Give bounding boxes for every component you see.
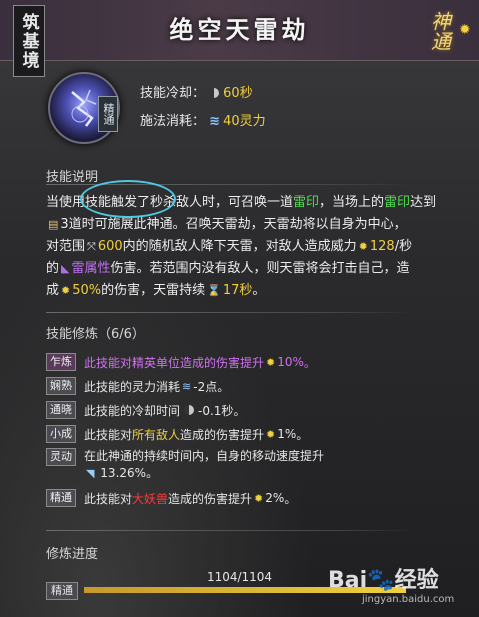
training-keyword: 大妖兽 [132, 491, 169, 506]
training-row: 灵动 在此神通的持续时间内，自身的移动速度提升 ◥ 13.26%。 [46, 446, 456, 486]
desc-text: 伤害。若范围内没有敌人，则天雷将会打击自己，造 [110, 261, 410, 276]
desc-line-4: 的 ◣ 雷属性伤害。若范围内没有敌人，则天雷将会打击自己，造 [46, 258, 456, 280]
power-value: 128 [369, 239, 395, 254]
percent-value: 50% [72, 283, 102, 298]
element-icon: ◣ [61, 262, 70, 275]
desc-line-5: 成 ✹ 50%的伤害，天雷持续 ⌛ 17秒。 [46, 280, 456, 302]
training-title: 技能修炼（6/6） [46, 327, 145, 342]
desc-text: 的 [46, 261, 60, 276]
keyword-thunder-seal: 雷印 [384, 195, 411, 210]
training-tail: 。 [217, 379, 230, 394]
duration-value: 17秒 [222, 283, 253, 298]
progress-tag: 精通 [46, 582, 78, 600]
training-tail: 。 [284, 491, 297, 506]
skill-detail-panel: 筑基境 绝空天雷劫 神通 ✹ 精通 技能冷却： 60秒 施法消耗： ≋ 40灵力 … [0, 0, 479, 617]
desc-text: 3道时可施展此神通。召唤天雷劫，天雷劫将以自身为中心， [60, 217, 407, 232]
scroll-icon: ▤ [48, 218, 59, 231]
training-text: 在此神通的持续时间内，自身的移动速度提升 [84, 449, 325, 463]
power-icon: ✹ [266, 355, 276, 369]
training-text: 此技能对 [84, 491, 133, 506]
desc-text: 成 [46, 283, 60, 298]
power-icon: ✹ [358, 240, 368, 253]
training-tag: 精通 [46, 489, 76, 507]
watermark-brand: Bai [328, 568, 368, 593]
training-row: 乍炼 此技能对精英单位造成的伤害提升 ✹ 10% 。 [46, 350, 456, 374]
training-row: 娴熟 此技能的灵力消耗 ≋ -2点 。 [46, 374, 456, 398]
training-row: 通晓 此技能的冷却时间 -0.1秒 。 [46, 398, 456, 422]
training-row: 精通 此技能对 大妖兽 造成的伤害提升 ✹ 2% 。 [46, 486, 456, 510]
mana-icon: ≋ [209, 114, 221, 129]
desc-text: 对范围 [46, 239, 86, 254]
training-text: 造成的伤害提升 [168, 491, 253, 506]
cost-value: 40灵力 [223, 114, 266, 129]
training-text: 此技能对 [84, 427, 133, 442]
desc-text: /秒 [394, 239, 413, 254]
training-keyword: 所有敌人 [132, 427, 181, 442]
cooldown-icon [184, 405, 195, 415]
training-tag: 乍炼 [46, 353, 76, 371]
divider [46, 530, 414, 531]
watermark-brand-2: 经验 [394, 568, 439, 593]
speed-icon: ◥ [86, 467, 95, 480]
annotation-circle [80, 180, 176, 218]
power-icon: ✹ [61, 284, 71, 297]
training-value: 2% [265, 491, 285, 505]
desc-text: ，当场上的 [319, 195, 385, 210]
sun-icon: ✹ [459, 22, 471, 38]
progress-title: 修炼进度 [46, 547, 99, 562]
training-tag: 灵动 [46, 448, 76, 466]
training-value: 10% [277, 355, 304, 369]
watermark: Bai🐾经验 jingyan.baidu.com [328, 562, 454, 605]
training-value: -0.1秒 [198, 403, 234, 418]
keyword-thunder-seal: 雷印 [293, 195, 320, 210]
training-value: -2点 [193, 379, 218, 394]
category-label: 神通 [427, 11, 452, 51]
desc-line-3: 对范围 ⤧ 600内的随机敌人降下天雷，对敌人造成威力 ✹ 128/秒 [46, 236, 456, 258]
desc-text: 内的随机敌人降下天雷，对敌人造成威力 [122, 239, 357, 254]
keyword-thunder-element: 雷属性 [71, 261, 111, 276]
training-text: 此技能的冷却时间 [84, 403, 181, 418]
training-tag: 小成 [46, 425, 76, 443]
training-tail: 。 [146, 466, 159, 480]
training-tag: 通晓 [46, 401, 76, 419]
divider [46, 312, 414, 313]
training-tail: 。 [296, 427, 309, 442]
desc-text: 达到 [410, 195, 437, 210]
cooldown-icon [209, 88, 220, 98]
training-text: 此技能的灵力消耗 [84, 379, 181, 394]
training-value: 13.26% [100, 466, 147, 480]
skill-title: 绝空天雷劫 [169, 15, 310, 44]
cooldown-value: 60秒 [223, 86, 253, 101]
training-row: 小成 此技能对 所有敌人 造成的伤害提升 ✹ 1% 。 [46, 422, 456, 446]
description-title: 技能说明 [46, 170, 99, 185]
training-list: 乍炼 此技能对精英单位造成的伤害提升 ✹ 10% 。 娴熟 此技能的灵力消耗 ≋… [46, 350, 456, 510]
training-value: 1% [277, 427, 297, 441]
hourglass-icon: ⌛ [207, 284, 221, 297]
range-value: 600 [97, 239, 123, 254]
watermark-url: jingyan.baidu.com [362, 594, 455, 605]
training-tag: 娴熟 [46, 377, 76, 395]
cooldown-row: 技能冷却： 60秒 [140, 82, 253, 101]
watermark-paw-icon: 🐾 [367, 568, 395, 593]
training-tail: 。 [303, 355, 316, 370]
training-text: 此技能对精英单位造成的伤害提升 [84, 355, 265, 370]
mana-icon: ≋ [182, 379, 192, 393]
training-tail: 。 [233, 403, 246, 418]
cost-row: 施法消耗： ≋ 40灵力 [140, 110, 266, 129]
desc-text: 。 [252, 283, 266, 298]
training-text-block: 在此神通的持续时间内，自身的移动速度提升 ◥ 13.26%。 [84, 448, 324, 482]
range-icon: ⤧ [87, 240, 96, 253]
desc-text: 的伤害，天雷持续 [101, 283, 206, 298]
cost-label: 施法消耗： [140, 114, 206, 129]
desc-line-2: ▤ 3道时可施展此神通。召唤天雷劫，天雷劫将以自身为中心， [46, 214, 456, 236]
power-icon: ✹ [266, 427, 276, 441]
power-icon: ✹ [254, 491, 264, 505]
cooldown-label: 技能冷却： [140, 86, 206, 101]
training-text: 造成的伤害提升 [180, 427, 265, 442]
skill-rank-badge: 精通 [98, 96, 118, 132]
